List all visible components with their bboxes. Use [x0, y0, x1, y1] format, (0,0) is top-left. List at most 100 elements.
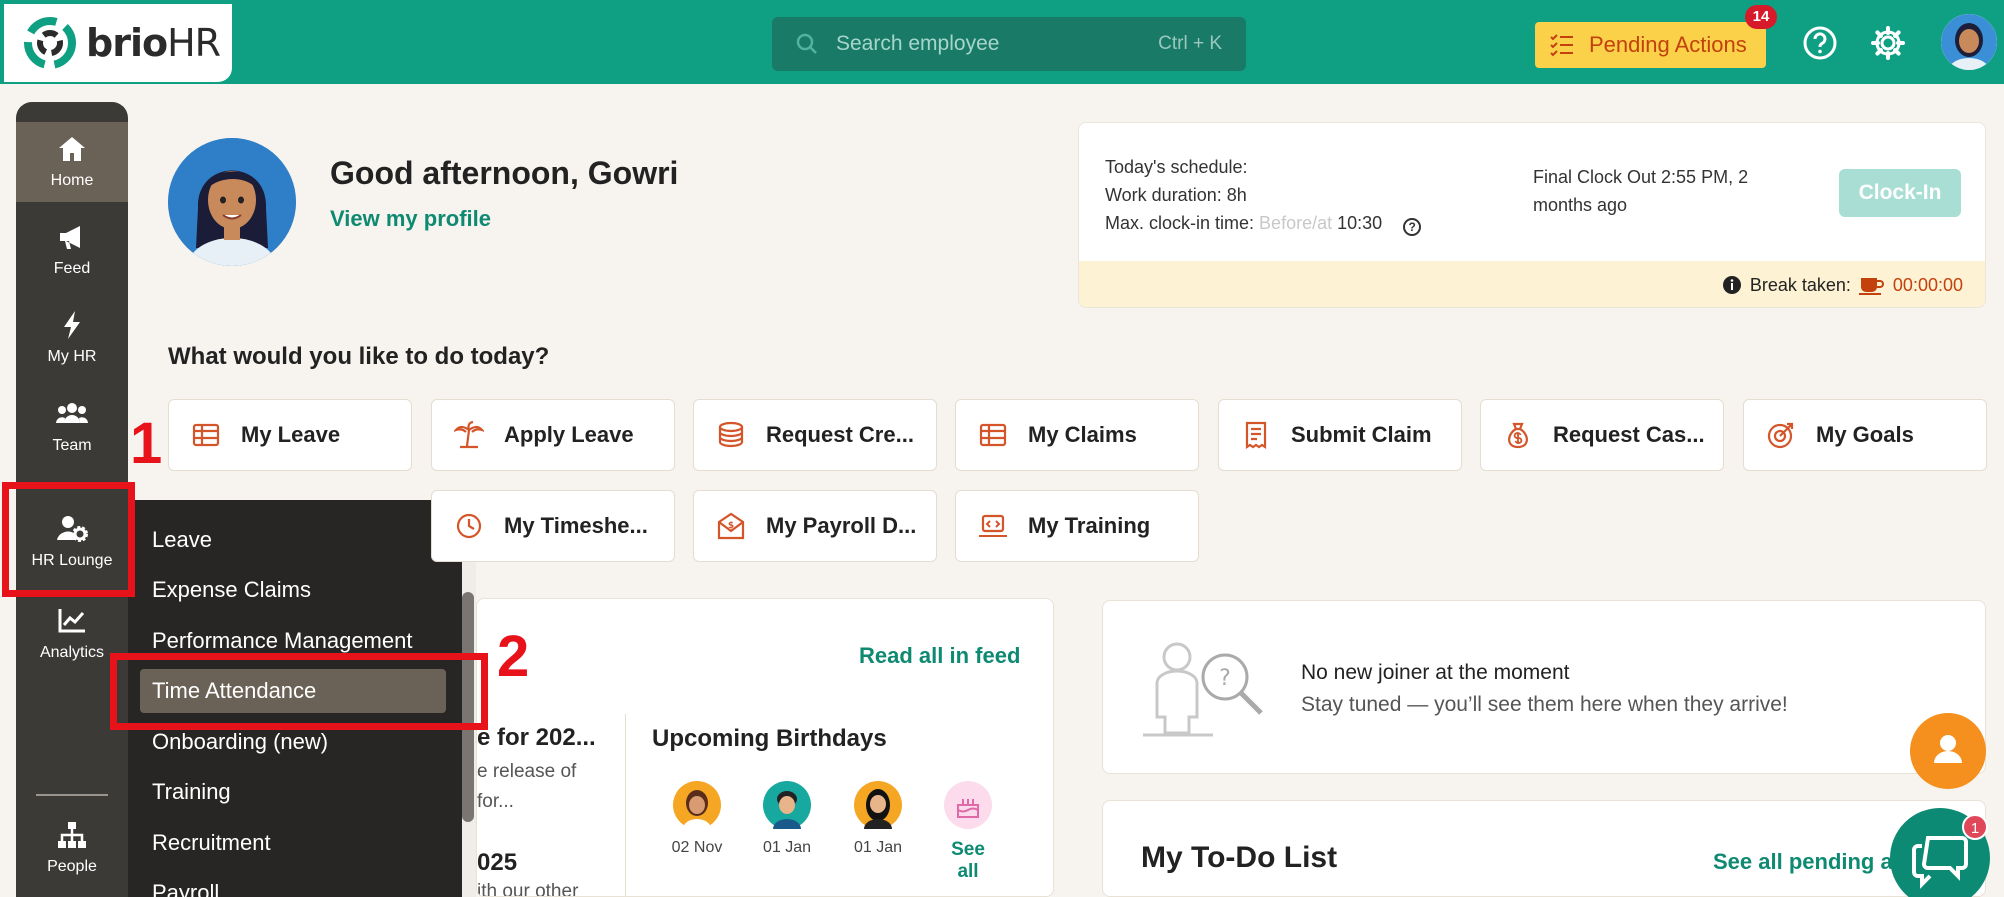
money-bag-icon: [1508, 422, 1528, 449]
timesheet-icon: [456, 513, 482, 539]
max-clockin-label: Max. clock-in time:: [1105, 213, 1255, 233]
menu-item-training[interactable]: Training: [140, 770, 446, 814]
upcoming-birthdays-title: Upcoming Birthdays: [652, 725, 887, 752]
quick-action-my-training[interactable]: My Training: [955, 490, 1199, 562]
quick-action-label: My Claims: [1028, 422, 1137, 447]
user-avatar[interactable]: [1941, 14, 1997, 70]
birthday-item[interactable]: 02 Nov: [667, 781, 727, 857]
help-icon[interactable]: [1802, 25, 1838, 61]
birthday-date: 02 Nov: [671, 839, 723, 856]
birthday-item[interactable]: 01 Jan: [757, 781, 817, 857]
quick-action-label: My Leave: [241, 422, 341, 447]
team-icon: [56, 403, 88, 423]
birthday-item[interactable]: 01 Jan: [848, 781, 908, 857]
annotation-box-time-attendance: [110, 653, 488, 730]
news-excerpt-line: ith our other: [477, 881, 579, 897]
news-excerpt-line: e release of: [477, 761, 577, 782]
birthday-see-all[interactable]: See all: [938, 781, 998, 883]
search-input[interactable]: Search employee Ctrl + K: [772, 17, 1246, 71]
table-icon: [979, 423, 1007, 447]
quick-action-my-claims[interactable]: My Claims: [955, 399, 1199, 471]
quick-action-my-leave[interactable]: My Leave: [168, 399, 412, 471]
receipt-icon: [1245, 421, 1267, 450]
quick-action-request-credit[interactable]: Request Cre...: [693, 399, 937, 471]
card-divider: [625, 714, 626, 896]
profile-avatar-image: [168, 138, 296, 266]
sidebar-item-label: Home: [50, 172, 94, 189]
quick-action-label: My Payroll D...: [766, 513, 917, 538]
target-icon: [1767, 422, 1794, 449]
clock-in-button[interactable]: Clock-In: [1839, 169, 1961, 217]
quick-actions-heading: What would you like to do today?: [168, 343, 550, 370]
no-joiner-title: No new joiner at the moment: [1301, 661, 1570, 684]
checklist-icon: [1550, 34, 1573, 57]
sidebar-item-my-hr[interactable]: My HR: [16, 298, 128, 378]
todays-schedule-label: Today's schedule:: [1105, 157, 1248, 177]
person-search-icon: ?: [1143, 642, 1263, 737]
new-joiners-card: ? No new joiner at the moment Stay tuned…: [1102, 600, 1986, 774]
menu-item-recruitment[interactable]: Recruitment: [140, 821, 446, 865]
sidebar-item-feed[interactable]: Feed: [16, 210, 128, 290]
birthday-avatar: [673, 781, 721, 839]
read-all-in-feed-link[interactable]: Read all in feed: [859, 643, 1020, 669]
see-all-pending-link[interactable]: See all pending ac: [1713, 849, 1905, 875]
quick-action-label: My Goals: [1816, 422, 1914, 447]
todo-list-card: My To-Do List See all pending ac: [1102, 800, 1986, 897]
home-icon: [59, 137, 85, 161]
quick-action-label: My Timeshe...: [504, 513, 648, 538]
news-excerpt-line: for...: [477, 791, 514, 812]
pending-actions-button[interactable]: Pending Actions: [1535, 22, 1766, 68]
news-title[interactable]: e for 202...: [477, 724, 596, 752]
max-clockin-row: Max. clock-in time: Before/at 10:30 ?: [1105, 209, 1422, 237]
quick-action-my-payroll[interactable]: $ My Payroll D...: [693, 490, 937, 562]
quick-action-my-timesheet[interactable]: My Timeshe...: [431, 490, 675, 562]
svg-text:?: ?: [1219, 666, 1231, 691]
birthday-avatar: [763, 781, 811, 839]
sidebar-item-people[interactable]: People: [16, 808, 128, 888]
view-profile-link[interactable]: View my profile: [330, 206, 491, 232]
svg-text:$: $: [728, 521, 734, 531]
user-icon: [1934, 735, 1962, 763]
sidebar-item-team[interactable]: Team: [16, 387, 128, 467]
annotation-step-2: 2: [497, 624, 530, 689]
max-clockin-prefix: Before/at: [1259, 213, 1333, 233]
payslip-envelope-icon: $: [717, 512, 745, 540]
top-bar: brioHR Search employee Ctrl + K Pending …: [0, 0, 2004, 84]
news-birthdays-card: Read all in feed e for 202... e release …: [476, 598, 1054, 897]
pending-count-badge: 14: [1745, 5, 1777, 29]
quick-action-label: Request Cas...: [1553, 422, 1705, 447]
org-chart-icon: [58, 822, 86, 848]
max-clockin-value: 10:30: [1337, 213, 1383, 233]
quick-action-submit-claim[interactable]: Submit Claim: [1218, 399, 1462, 471]
quick-action-label: Request Cre...: [766, 422, 914, 447]
schedule-details: Today's schedule: Work duration: 8h Max.…: [1105, 153, 1422, 237]
quick-action-my-goals[interactable]: My Goals: [1743, 399, 1987, 471]
sidebar-item-label: Team: [52, 437, 92, 454]
info-icon: [1722, 276, 1741, 294]
sidebar-item-label: Feed: [53, 260, 91, 277]
birthday-date: 01 Jan: [762, 839, 812, 856]
quick-action-apply-leave[interactable]: Apply Leave: [431, 399, 675, 471]
settings-gear-icon[interactable]: [1870, 25, 1906, 61]
birthday-date: 01 Jan: [853, 839, 903, 856]
news-title-2[interactable]: 025: [477, 849, 517, 877]
profile-picture[interactable]: [168, 138, 296, 266]
menu-item-expense-claims[interactable]: Expense Claims: [140, 568, 446, 612]
search-shortcut: Ctrl + K: [1158, 33, 1222, 54]
coffee-cup-icon: [1858, 278, 1884, 295]
logo-text: brioHR: [86, 21, 221, 65]
brand-logo[interactable]: brioHR: [4, 4, 232, 82]
table-icon: [192, 423, 220, 447]
menu-item-payroll[interactable]: Payroll: [140, 871, 446, 897]
see-all-birthdays-link[interactable]: See all: [951, 839, 985, 882]
floating-user-button[interactable]: [1910, 713, 1986, 789]
sidebar-item-home[interactable]: Home: [16, 122, 128, 202]
sidebar-item-label: Analytics: [39, 644, 105, 661]
bolt-icon: [64, 311, 80, 339]
annotation-step-1: 1: [130, 411, 163, 476]
menu-item-leave[interactable]: Leave: [140, 518, 446, 562]
question-circle-icon[interactable]: ?: [1403, 218, 1422, 236]
megaphone-icon: [60, 226, 80, 249]
quick-action-label: My Training: [1028, 513, 1151, 538]
quick-action-request-cash[interactable]: Request Cas...: [1480, 399, 1724, 471]
